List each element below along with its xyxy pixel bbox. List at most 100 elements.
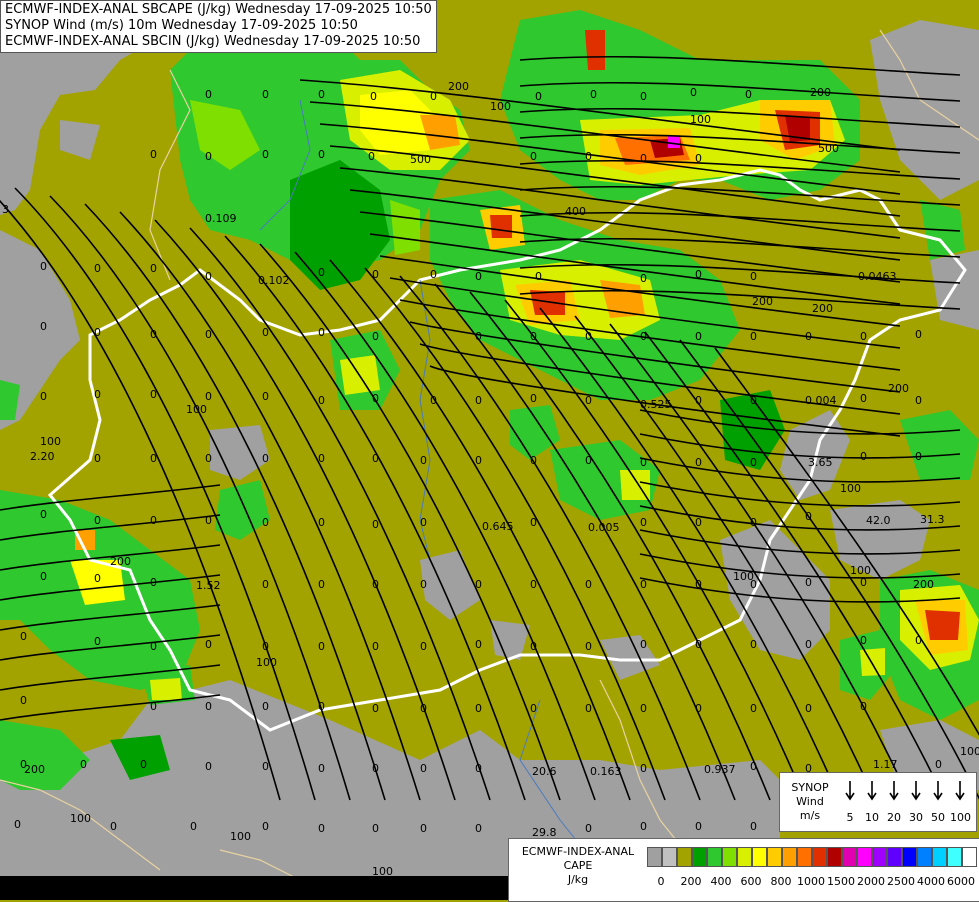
cape-color-swatch bbox=[737, 847, 752, 867]
cape-legend-unit: J/kg bbox=[567, 873, 589, 886]
map-zero-label: 0 bbox=[318, 516, 325, 529]
map-zero-label: 0 bbox=[860, 450, 867, 463]
map-zero-label: 0 bbox=[915, 634, 922, 647]
map-zero-label: 0 bbox=[372, 330, 379, 343]
map-zero-label: 0 bbox=[318, 700, 325, 713]
map-zero-label: 0 bbox=[915, 394, 922, 407]
map-zero-label: 0 bbox=[750, 638, 757, 651]
map-zero-label: 0 bbox=[420, 578, 427, 591]
map-zero-label: 0 bbox=[420, 762, 427, 775]
map-zero-label: 0 bbox=[262, 820, 269, 833]
map-value-label: 400 bbox=[565, 205, 586, 218]
map-zero-label: 0 bbox=[94, 262, 101, 275]
map-zero-label: 0 bbox=[370, 90, 377, 103]
wind-legend-title: SYNOP Wind m/s bbox=[784, 781, 836, 823]
map-zero-label: 0 bbox=[190, 820, 197, 833]
map-zero-label: 0 bbox=[318, 266, 325, 279]
cape-tick-label: 200 bbox=[680, 875, 702, 888]
wind-value: 5 bbox=[846, 811, 854, 824]
map-zero-label: 0 bbox=[94, 452, 101, 465]
cape-color-swatch bbox=[902, 847, 917, 867]
cape-color-swatch bbox=[872, 847, 887, 867]
map-zero-label: 0 bbox=[94, 514, 101, 527]
map-zero-label: 0 bbox=[262, 578, 269, 591]
map-zero-label: 0 bbox=[695, 702, 702, 715]
map-zero-label: 0 bbox=[420, 454, 427, 467]
cape-color-swatch bbox=[767, 847, 782, 867]
map-zero-label: 0 bbox=[318, 148, 325, 161]
map-zero-label: 0 bbox=[535, 90, 542, 103]
map-zero-label: 0 bbox=[585, 640, 592, 653]
map-zero-label: 0 bbox=[150, 148, 157, 161]
map-zero-label: 0 bbox=[640, 578, 647, 591]
cape-tick-label: 4000 bbox=[917, 875, 945, 888]
map-zero-label: 0 bbox=[640, 762, 647, 775]
cape-color-swatch bbox=[752, 847, 767, 867]
map-value-label: 0.004 bbox=[805, 394, 837, 407]
map-zero-label: 0 bbox=[475, 822, 482, 835]
map-zero-label: 0 bbox=[750, 760, 757, 773]
wind-legend-title-line2: Wind bbox=[796, 795, 824, 808]
map-zero-label: 0 bbox=[805, 702, 812, 715]
map-zero-label: 0 bbox=[430, 268, 437, 281]
cape-color-swatch bbox=[962, 847, 977, 867]
map-zero-label: 0 bbox=[372, 702, 379, 715]
map-zero-label: 0 bbox=[420, 516, 427, 529]
map-zero-label: 0 bbox=[318, 640, 325, 653]
map-zero-label: 0 bbox=[750, 456, 757, 469]
map-value-label: 0.0463 bbox=[858, 270, 897, 283]
map-zero-label: 0 bbox=[640, 152, 647, 165]
map-zero-label: 0 bbox=[475, 578, 482, 591]
cape-tick-label: 2000 bbox=[857, 875, 885, 888]
map-zero-label: 0 bbox=[372, 578, 379, 591]
cape-tick-label: 800 bbox=[770, 875, 792, 888]
map-zero-label: 0 bbox=[40, 508, 47, 521]
map-zero-label: 0 bbox=[695, 516, 702, 529]
map-value-label: 100 bbox=[690, 113, 711, 126]
map-value-label: 3 bbox=[2, 203, 9, 216]
map-zero-label: 0 bbox=[150, 514, 157, 527]
map-zero-label: 0 bbox=[80, 758, 87, 771]
cape-tick-label: 1500 bbox=[827, 875, 855, 888]
map-value-label: 200 bbox=[110, 555, 131, 568]
map-value-label: 200 bbox=[448, 80, 469, 93]
wind-value: 100 bbox=[950, 811, 971, 824]
map-zero-label: 0 bbox=[318, 822, 325, 835]
wind-arrow-icon bbox=[911, 781, 921, 801]
cape-color-swatch bbox=[677, 847, 692, 867]
cape-color-swatch bbox=[647, 847, 662, 867]
map-value-label: 0.102 bbox=[258, 274, 290, 287]
wind-value: 10 bbox=[865, 811, 879, 824]
map-value-label: 20.6 bbox=[532, 765, 557, 778]
map-zero-label: 0 bbox=[372, 452, 379, 465]
map-value-label: 100 bbox=[960, 745, 979, 758]
map-zero-label: 0 bbox=[640, 330, 647, 343]
cape-color-swatch bbox=[722, 847, 737, 867]
map-zero-label: 0 bbox=[585, 394, 592, 407]
map-zero-label: 0 bbox=[262, 326, 269, 339]
wind-value: 20 bbox=[887, 811, 901, 824]
map-zero-label: 0 bbox=[585, 822, 592, 835]
map-value-label: 42.0 bbox=[866, 514, 891, 527]
map-zero-label: 0 bbox=[915, 450, 922, 463]
map-zero-label: 0 bbox=[40, 390, 47, 403]
map-value-label: 200 bbox=[913, 578, 934, 591]
map-zero-label: 0 bbox=[745, 88, 752, 101]
map-zero-label: 0 bbox=[150, 452, 157, 465]
map-value-label: 100 bbox=[40, 435, 61, 448]
map-value-label: 100 bbox=[256, 656, 277, 669]
map-value-label: 200 bbox=[810, 86, 831, 99]
map-value-label: 200 bbox=[24, 763, 45, 776]
map-zero-label: 0 bbox=[475, 454, 482, 467]
map-value-label: 0.525 bbox=[640, 398, 672, 411]
map-zero-label: 0 bbox=[372, 640, 379, 653]
map-zero-label: 0 bbox=[94, 326, 101, 339]
map-zero-label: 0 bbox=[318, 578, 325, 591]
map-zero-label: 0 bbox=[205, 390, 212, 403]
cape-legend-title: ECMWF-INDEX-ANAL CAPE J/kg bbox=[513, 845, 643, 887]
map-value-label: 31.3 bbox=[920, 513, 945, 526]
cape-tick-label: 0 bbox=[657, 875, 665, 888]
map-zero-label: 0 bbox=[640, 90, 647, 103]
map-zero-label: 0 bbox=[915, 328, 922, 341]
map-zero-label: 0 bbox=[475, 702, 482, 715]
